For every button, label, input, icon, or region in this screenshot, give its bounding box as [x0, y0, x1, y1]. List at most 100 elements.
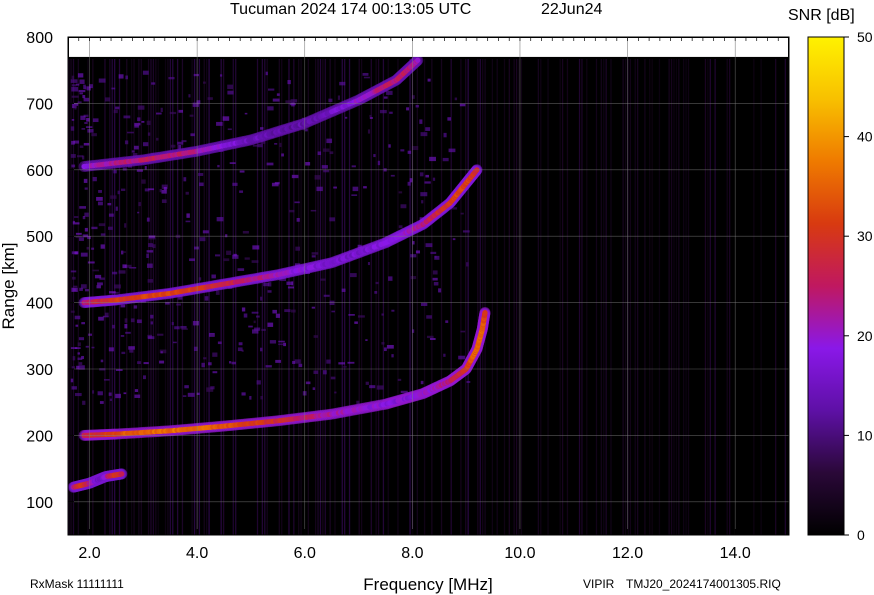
- diffuse-echo: [111, 87, 116, 90]
- diffuse-echo: [310, 209, 317, 212]
- diffuse-echo: [72, 220, 76, 223]
- diffuse-echo: [183, 177, 187, 182]
- diffuse-echo: [77, 73, 84, 78]
- diffuse-echo: [168, 76, 175, 80]
- noise-streak: [360, 59, 363, 535]
- diffuse-echo: [115, 393, 121, 399]
- noise-streak: [624, 59, 627, 535]
- diffuse-echo: [367, 129, 371, 134]
- diffuse-echo: [109, 398, 112, 401]
- diffuse-echo: [391, 309, 395, 312]
- y-axis: 100 200 300 400 500 600 700 800: [26, 30, 74, 512]
- diffuse-echo: [278, 340, 285, 343]
- diffuse-echo: [389, 111, 393, 114]
- diffuse-echo: [362, 72, 369, 76]
- colorbar-gradient: [807, 36, 845, 536]
- diffuse-echo: [391, 354, 394, 358]
- diffuse-echo: [71, 386, 77, 390]
- diffuse-echo: [294, 359, 301, 364]
- diffuse-echo: [84, 122, 88, 124]
- diffuse-echo: [267, 322, 274, 327]
- diffuse-echo: [130, 318, 135, 323]
- diffuse-echo: [122, 264, 127, 269]
- noise-streak: [508, 59, 510, 535]
- diffuse-echo: [260, 395, 263, 400]
- diffuse-echo: [426, 335, 434, 339]
- diffuse-echo: [70, 126, 75, 131]
- diffuse-echo: [419, 119, 423, 124]
- diffuse-echo: [88, 333, 93, 336]
- diffuse-echo: [219, 74, 223, 77]
- diffuse-echo: [237, 347, 243, 352]
- diffuse-echo: [272, 98, 280, 102]
- diffuse-echo: [75, 232, 82, 235]
- diffuse-echo: [267, 290, 272, 293]
- diffuse-echo: [275, 313, 280, 318]
- diffuse-echo: [381, 313, 384, 316]
- diffuse-echo: [352, 186, 359, 192]
- diffuse-echo: [184, 385, 189, 389]
- diffuse-echo: [398, 191, 403, 194]
- chart-date: 22Jun24: [541, 1, 602, 18]
- diffuse-echo: [114, 284, 121, 289]
- diffuse-echo: [174, 326, 180, 330]
- diffuse-echo: [442, 157, 449, 162]
- noise-streak: [503, 59, 506, 535]
- diffuse-echo: [323, 294, 330, 297]
- diffuse-echo: [118, 270, 126, 274]
- filename-label: TMJ20_2024174001305.RIQ: [626, 577, 781, 591]
- noise-streak: [235, 59, 237, 535]
- diffuse-echo: [81, 322, 85, 325]
- diffuse-echo: [146, 120, 151, 126]
- diffuse-echo: [121, 351, 126, 355]
- noise-streak: [540, 59, 542, 535]
- noise-streak: [775, 59, 777, 535]
- diffuse-echo: [120, 335, 125, 337]
- noise-streak: [709, 59, 711, 535]
- diffuse-echo: [117, 190, 120, 195]
- noise-streak: [622, 59, 624, 535]
- diffuse-echo: [104, 312, 109, 317]
- diffuse-echo: [92, 176, 97, 182]
- diffuse-echo: [425, 243, 433, 248]
- noise-streak: [605, 59, 607, 535]
- diffuse-echo: [70, 79, 78, 83]
- diffuse-echo: [86, 118, 90, 122]
- noise-streak: [603, 59, 605, 535]
- noise-streak: [561, 59, 564, 535]
- noise-streak: [222, 59, 225, 535]
- diffuse-echo: [134, 122, 141, 126]
- diffuse-echo: [104, 97, 111, 102]
- diffuse-echo: [432, 270, 438, 275]
- diffuse-echo: [186, 213, 190, 218]
- noise-streak: [477, 59, 479, 535]
- diffuse-echo: [80, 115, 86, 120]
- diffuse-echo: [181, 328, 188, 330]
- diffuse-echo: [265, 365, 272, 368]
- diffuse-echo: [125, 75, 128, 80]
- diffuse-echo: [185, 220, 191, 223]
- diffuse-echo: [199, 182, 204, 187]
- diffuse-echo: [83, 84, 86, 90]
- diffuse-echo: [84, 289, 89, 292]
- diffuse-echo: [222, 116, 230, 121]
- diffuse-echo: [143, 362, 149, 365]
- noise-streak: [484, 59, 486, 535]
- diffuse-echo: [161, 189, 167, 194]
- diffuse-echo: [161, 199, 167, 203]
- diffuse-echo: [287, 286, 295, 289]
- diffuse-echo: [274, 143, 278, 145]
- diffuse-echo: [83, 142, 90, 146]
- diffuse-echo: [365, 381, 369, 385]
- diffuse-echo: [124, 140, 129, 145]
- noise-streak: [416, 59, 418, 535]
- diffuse-echo: [460, 212, 464, 215]
- y-axis-label: Range [km]: [0, 243, 18, 330]
- diffuse-echo: [112, 271, 118, 275]
- noise-streak: [515, 59, 518, 535]
- diffuse-echo: [147, 336, 155, 340]
- diffuse-echo: [265, 71, 268, 76]
- diffuse-echo: [78, 89, 86, 93]
- diffuse-echo: [269, 340, 277, 344]
- noise-streak: [753, 59, 755, 535]
